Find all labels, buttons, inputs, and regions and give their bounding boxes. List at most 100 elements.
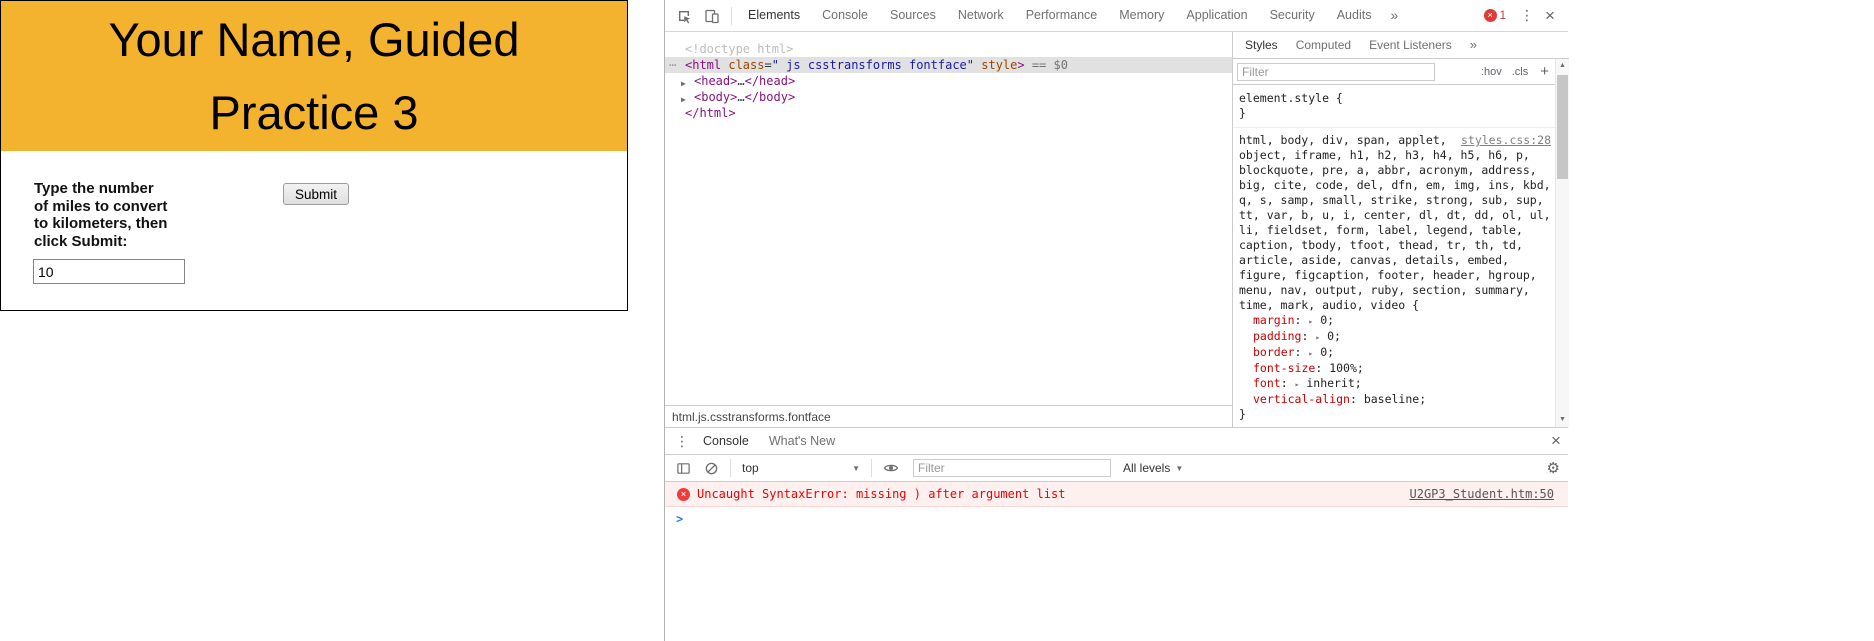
devtools-menu-icon[interactable]: ⋮	[1516, 7, 1538, 24]
javascript-context-selector[interactable]: top ▼	[736, 461, 866, 475]
scroll-down-icon[interactable]: ▼	[1556, 413, 1569, 427]
toolbar-divider	[731, 6, 732, 25]
tab-network[interactable]: Network	[947, 0, 1015, 31]
tab-memory[interactable]: Memory	[1108, 0, 1175, 31]
toolbar-divider	[730, 459, 731, 477]
more-sidebar-tabs-icon[interactable]: »	[1461, 32, 1486, 58]
clear-console-icon	[705, 462, 717, 474]
drawer-menu-icon[interactable]: ⋮	[671, 433, 693, 450]
error-icon: ×	[677, 487, 690, 501]
shorthand-expand-icon[interactable]: ▸	[1295, 380, 1300, 389]
error-count-badge[interactable]: × 1	[1483, 9, 1506, 22]
css-property-font-size[interactable]: font-size: 100%;	[1239, 361, 1551, 376]
new-style-rule-icon[interactable]: +	[1540, 64, 1549, 79]
css-property-font[interactable]: font: ▸ inherit;	[1239, 376, 1551, 392]
miles-input[interactable]	[33, 259, 185, 284]
elements-breadcrumb-bar: html.js.csstransforms.fontface	[665, 405, 1232, 427]
log-level-selector[interactable]: All levels ▼	[1123, 461, 1183, 475]
scroll-up-icon[interactable]: ▲	[1556, 59, 1569, 73]
element-class-toggle[interactable]: .cls	[1512, 66, 1529, 78]
submit-button[interactable]: Submit	[283, 183, 350, 205]
scrollbar-thumb[interactable]	[1557, 75, 1568, 179]
rule-selector: html, body, div, span, applet, object, i…	[1239, 133, 1551, 312]
console-sidebar-button[interactable]	[669, 455, 697, 481]
styles-scrollbar[interactable]: ▲ ▼	[1555, 59, 1569, 427]
shorthand-expand-icon[interactable]: ▸	[1308, 349, 1313, 358]
gutter-dots-icon: ⋯	[669, 58, 676, 72]
log-level-label: All levels	[1123, 461, 1171, 475]
instructions-line: click Submit:	[34, 232, 128, 250]
console-sidebar-icon	[676, 462, 690, 474]
page-title: Your Name, Guided Practice 3	[108, 13, 520, 139]
pseudo-state-toggle[interactable]: :hov	[1481, 66, 1502, 78]
inspect-element-button[interactable]	[670, 3, 698, 29]
error-badge-icon: ×	[1483, 9, 1497, 22]
drawer-tab-bar: ⋮ Console What's New ×	[665, 428, 1568, 455]
tab-performance[interactable]: Performance	[1015, 0, 1109, 31]
tab-audits[interactable]: Audits	[1326, 0, 1383, 31]
dom-tree: <!doctype html> ⋯ <html class=" js csstra…	[665, 32, 1232, 121]
console-prompt-row[interactable]: >	[665, 507, 1568, 531]
css-property-border[interactable]: border: ▸ 0;	[1239, 345, 1551, 361]
tab-console[interactable]: Console	[811, 0, 879, 31]
tab-sources[interactable]: Sources	[879, 0, 947, 31]
tab-event-listeners[interactable]: Event Listeners	[1360, 32, 1461, 58]
tab-application[interactable]: Application	[1175, 0, 1258, 31]
devtools-close-icon[interactable]: ×	[1538, 6, 1562, 26]
student-page: Your Name, Guided Practice 3 Type the nu…	[0, 0, 628, 311]
tab-elements[interactable]: Elements	[737, 0, 811, 31]
styles-sidebar: Styles Computed Event Listeners » :hov .…	[1232, 32, 1569, 427]
chevron-down-icon: ▼	[852, 463, 860, 473]
css-rule-reset[interactable]: styles.css:28 html, body, div, span, appl…	[1233, 128, 1555, 427]
context-label: top	[742, 461, 759, 475]
styles-tab-bar: Styles Computed Event Listeners »	[1233, 32, 1569, 59]
close-brace: }	[1239, 106, 1246, 120]
console-drawer: ⋮ Console What's New × top ▼ Filter All …	[665, 427, 1568, 641]
toolbar-right-group: × 1 ⋮ ×	[1483, 6, 1568, 26]
tab-security[interactable]: Security	[1259, 0, 1326, 31]
more-tabs-icon[interactable]: »	[1382, 0, 1406, 31]
css-property-padding[interactable]: padding: ▸ 0;	[1239, 329, 1551, 345]
head-node[interactable]: ▶ <head>…</head>	[665, 73, 1232, 89]
css-property-margin[interactable]: margin: ▸ 0;	[1239, 313, 1551, 329]
rule-selector-block: styles.css:28 html, body, div, span, appl…	[1239, 133, 1551, 313]
error-count: 1	[1499, 9, 1506, 22]
live-expression-button[interactable]	[877, 455, 905, 481]
tab-styles[interactable]: Styles	[1236, 32, 1287, 58]
styles-filter-input[interactable]	[1237, 62, 1435, 81]
breadcrumb[interactable]: html.js.csstransforms.fontface	[672, 410, 831, 424]
error-source-link[interactable]: U2GP3_Student.htm:50	[1410, 487, 1555, 501]
selected-node-hint: == $0	[1024, 58, 1068, 72]
element-style-section[interactable]: element.style { }	[1233, 86, 1555, 128]
toolbar-divider	[871, 459, 872, 477]
elements-panel: <!doctype html> ⋯ <html class=" js csstra…	[665, 32, 1232, 427]
html-node-selected[interactable]: ⋯ <html class=" js csstransforms fontface…	[665, 57, 1232, 73]
error-message: Uncaught SyntaxError: missing ) after ar…	[697, 487, 1066, 501]
css-property-vertical-align[interactable]: vertical-align: baseline;	[1239, 392, 1551, 407]
doctype-node[interactable]: <!doctype html>	[665, 41, 1232, 57]
element-style-selector: element.style {	[1239, 91, 1343, 105]
inspect-cursor-icon	[679, 10, 691, 23]
chevron-down-icon: ▼	[1175, 463, 1184, 473]
instructions-line: to kilometers, then	[34, 215, 168, 232]
instructions-text: Type the number of miles to convert to k…	[34, 180, 167, 250]
tab-computed[interactable]: Computed	[1287, 32, 1360, 58]
shorthand-expand-icon[interactable]: ▸	[1308, 317, 1313, 326]
console-filter-input[interactable]	[913, 459, 1111, 477]
styles-rules: element.style { } styles.css:28 html, bod…	[1233, 86, 1555, 427]
instructions-line: Type the number	[34, 180, 154, 197]
doctype-text: <!doctype html>	[685, 42, 794, 56]
stylesheet-source-link[interactable]: styles.css:28	[1461, 133, 1551, 148]
clear-console-button[interactable]	[697, 455, 725, 481]
device-toolbar-icon	[705, 9, 719, 23]
device-toolbar-button[interactable]	[698, 3, 726, 29]
html-close-node[interactable]: </html>	[665, 105, 1232, 121]
shorthand-expand-icon[interactable]: ▸	[1315, 333, 1320, 342]
console-settings-gear-icon[interactable]: ⚙	[1547, 459, 1560, 477]
devtools-panel: Elements Console Sources Network Perform…	[664, 0, 1569, 641]
body-node[interactable]: ▶ <body>…</body>	[665, 89, 1232, 105]
drawer-tab-whats-new[interactable]: What's New	[759, 428, 845, 454]
instructions-line: of miles to convert	[34, 197, 168, 215]
drawer-tab-console[interactable]: Console	[693, 428, 759, 454]
drawer-close-icon[interactable]: ×	[1544, 431, 1568, 451]
